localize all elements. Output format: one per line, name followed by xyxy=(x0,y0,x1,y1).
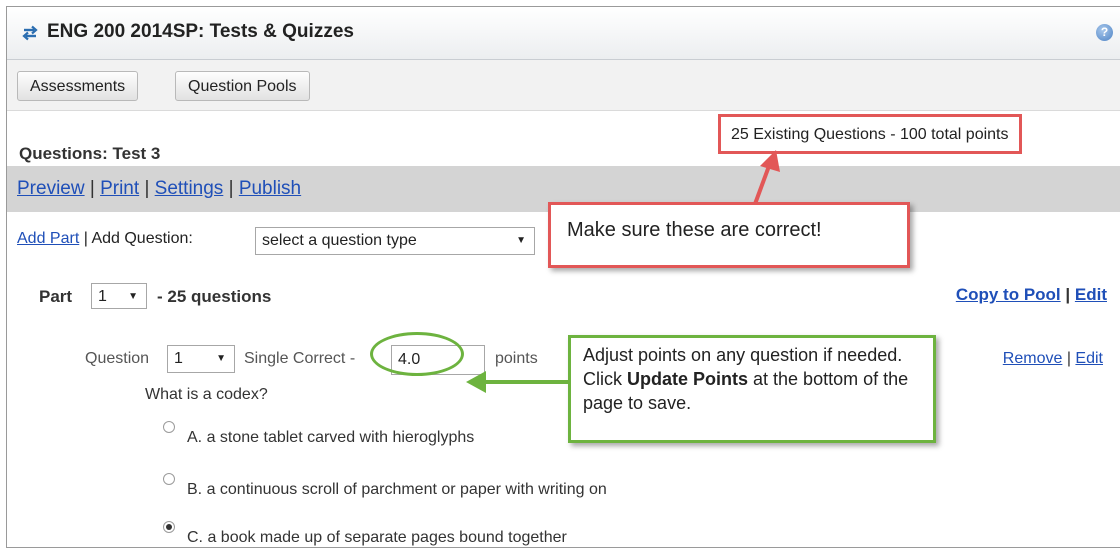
radio-button[interactable] xyxy=(163,421,175,433)
title-bar: ENG 200 2014SP: Tests & Quizzes ? xyxy=(7,7,1120,60)
edit-question-link[interactable]: Edit xyxy=(1075,350,1103,367)
red-callout: Make sure these are correct! xyxy=(548,202,910,268)
question-actions: Remove | Edit xyxy=(1003,350,1103,368)
copy-to-pool-link[interactable]: Copy to Pool xyxy=(956,285,1061,304)
separator: | xyxy=(89,178,95,199)
question-label: Question xyxy=(85,350,150,367)
question-number-select[interactable]: 1 ▼ xyxy=(167,345,235,373)
chevron-down-icon: ▼ xyxy=(516,235,526,246)
question-summary-box: 25 Existing Questions - 100 total points xyxy=(718,114,1022,154)
tool-frame: ENG 200 2014SP: Tests & Quizzes ? Assess… xyxy=(6,6,1120,548)
separator: | xyxy=(228,178,234,199)
add-part-link[interactable]: Add Part xyxy=(17,230,79,247)
add-row: Add Part | Add Question: xyxy=(17,230,193,248)
chevron-down-icon: ▼ xyxy=(216,353,226,364)
assessments-button[interactable]: Assessments xyxy=(17,71,139,101)
points-label: points xyxy=(495,350,538,367)
question-type-select[interactable]: select a question type ▼ xyxy=(255,227,535,255)
settings-link[interactable]: Settings xyxy=(155,178,224,199)
help-icon[interactable]: ? xyxy=(1096,24,1113,41)
add-question-label: | Add Question: xyxy=(83,230,193,247)
radio-button-selected[interactable] xyxy=(163,521,175,533)
part-question-count: - 25 questions xyxy=(157,287,272,306)
question-type-value: select a question type xyxy=(262,232,417,249)
publish-link[interactable]: Publish xyxy=(239,178,301,199)
part-number-value: 1 xyxy=(98,288,107,305)
question-header: Question xyxy=(85,350,149,368)
page-title: ENG 200 2014SP: Tests & Quizzes xyxy=(47,21,354,42)
green-callout: Adjust points on any question if needed.… xyxy=(568,335,936,443)
action-links: Preview | Print | Settings | Publish xyxy=(17,178,301,200)
remove-question-link[interactable]: Remove xyxy=(1003,350,1063,367)
separator: | xyxy=(1065,285,1071,304)
update-points-emphasis: Update Points xyxy=(627,369,749,389)
reset-arrows-icon[interactable] xyxy=(21,24,39,42)
question-type-text: Single Correct - xyxy=(244,350,356,367)
radio-button[interactable] xyxy=(163,473,175,485)
preview-link[interactable]: Preview xyxy=(17,178,85,199)
choice-text: C. a book made up of separate pages boun… xyxy=(187,529,567,546)
choice-text: B. a continuous scroll of parchment or p… xyxy=(187,481,607,498)
separator: | xyxy=(144,178,150,199)
part-label: Part xyxy=(39,287,73,306)
section-title: Questions: Test 3 xyxy=(19,144,161,163)
part-number-select[interactable]: 1 ▼ xyxy=(91,283,147,309)
question-text: What is a codex? xyxy=(145,386,268,403)
edit-part-link[interactable]: Edit xyxy=(1075,285,1107,304)
nav-toolbar: Assessments Question Pools xyxy=(7,60,1120,111)
choice-text: A. a stone tablet carved with hieroglyph… xyxy=(187,429,475,446)
print-link[interactable]: Print xyxy=(100,178,139,199)
question-pools-button[interactable]: Question Pools xyxy=(175,71,310,101)
part-actions: Copy to Pool | Edit xyxy=(956,285,1107,305)
question-number-value: 1 xyxy=(174,350,183,367)
points-highlight-ring xyxy=(370,332,464,376)
separator: | xyxy=(1066,350,1071,367)
chevron-down-icon: ▼ xyxy=(128,291,138,302)
